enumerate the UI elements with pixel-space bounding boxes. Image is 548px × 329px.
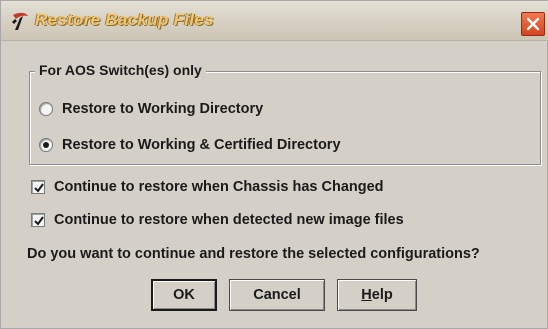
close-icon — [526, 17, 540, 31]
title-bar[interactable]: Restore Backup Files — [1, 1, 548, 41]
checkmark-icon — [34, 216, 44, 226]
checkbox-box[interactable] — [31, 213, 45, 227]
checkbox-label: Continue to restore when detected new im… — [54, 212, 404, 228]
radio-working-directory[interactable]: Restore to Working Directory — [39, 98, 263, 120]
ok-button[interactable]: OK — [151, 279, 217, 311]
confirm-question: Do you want to continue and restore the … — [27, 246, 480, 262]
radio-button-selected[interactable] — [39, 138, 53, 152]
app-logo-icon — [12, 12, 28, 30]
checkbox-chassis-changed[interactable]: Continue to restore when Chassis has Cha… — [31, 176, 384, 198]
help-mnemonic: H — [361, 287, 372, 303]
checkbox-label: Continue to restore when Chassis has Cha… — [54, 179, 384, 195]
checkbox-new-image-files[interactable]: Continue to restore when detected new im… — [31, 209, 404, 231]
help-button[interactable]: Help — [337, 279, 417, 311]
checkbox-box[interactable] — [31, 180, 45, 194]
dialog-title: Restore Backup Files — [35, 10, 214, 29]
close-button[interactable] — [521, 12, 545, 36]
cancel-button[interactable]: Cancel — [229, 279, 325, 311]
radio-label: Restore to Working & Certified Directory — [62, 137, 341, 153]
radio-button[interactable] — [39, 102, 53, 116]
radio-label: Restore to Working Directory — [62, 101, 264, 117]
restore-backup-dialog: Restore Backup Files For AOS Switch(es) … — [0, 0, 548, 329]
help-label: elp — [371, 287, 393, 303]
checkmark-icon — [34, 183, 44, 193]
group-legend: For AOS Switch(es) only — [35, 61, 206, 79]
radio-working-certified-directory[interactable]: Restore to Working & Certified Directory — [39, 134, 341, 156]
